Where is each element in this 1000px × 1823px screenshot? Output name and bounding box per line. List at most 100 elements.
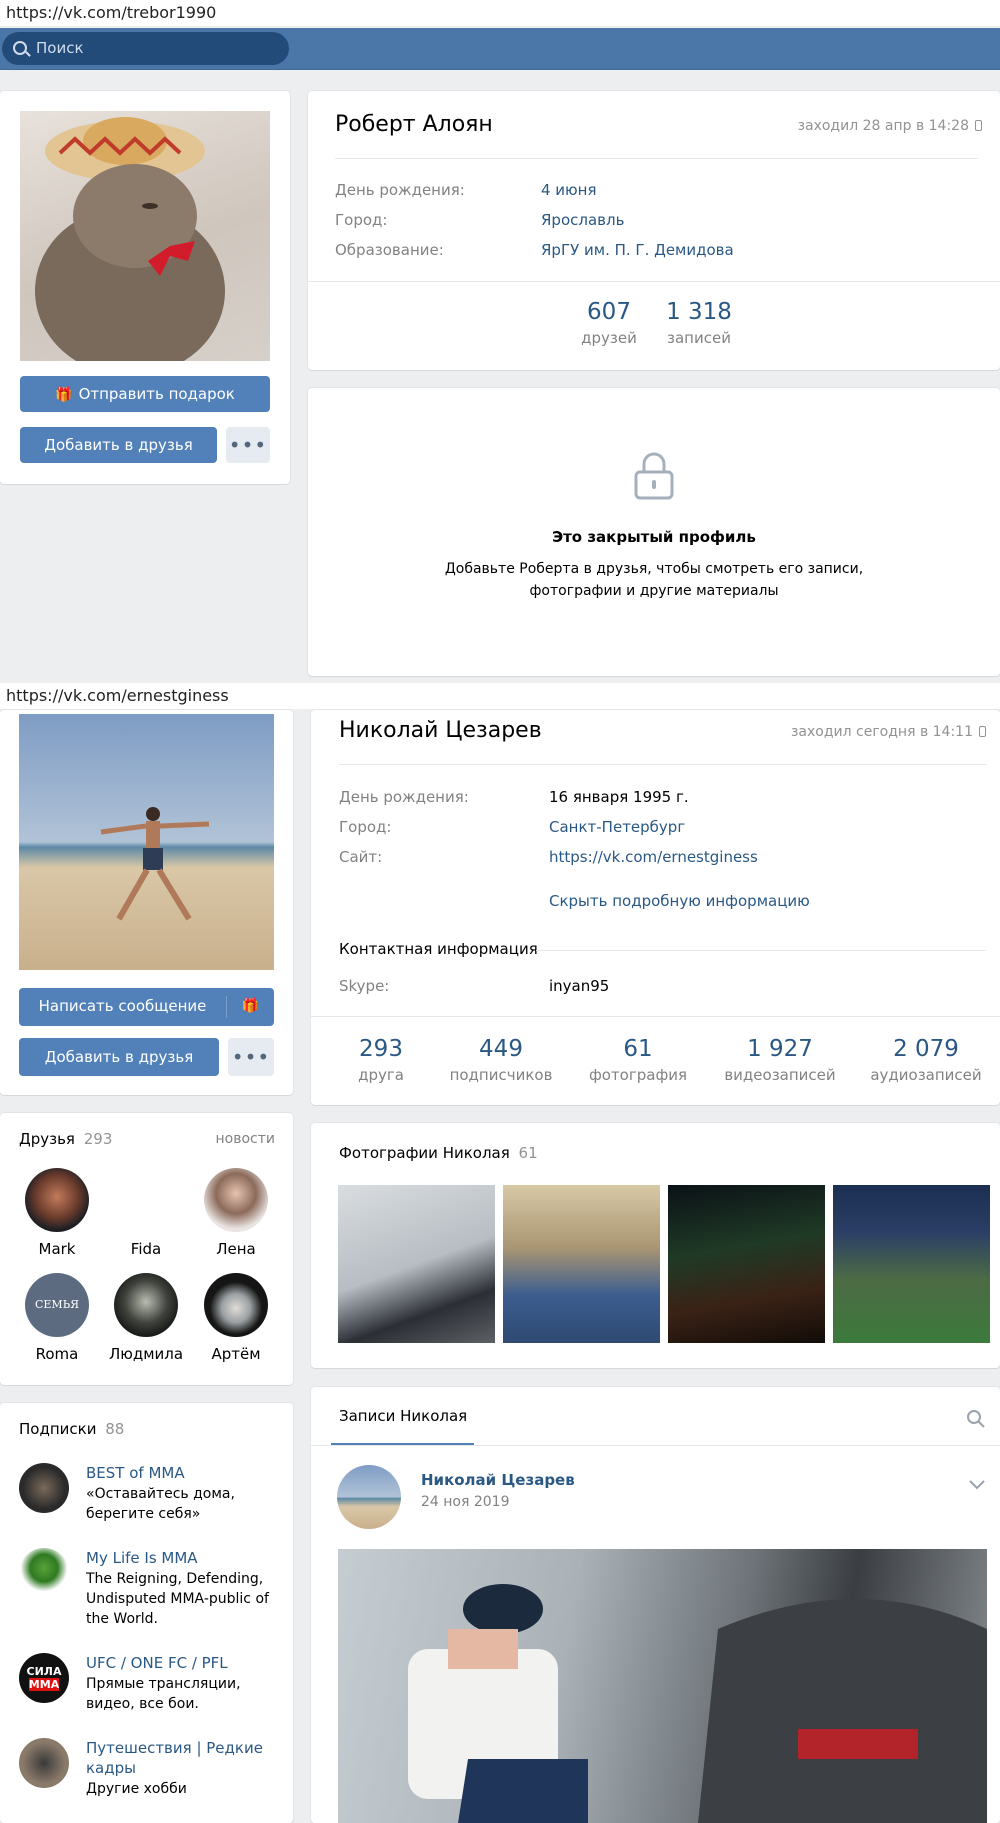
avatar: СЕМЬЯ [25,1273,89,1337]
counter-number: 2 079 [893,1036,959,1062]
search-icon[interactable] [966,1409,986,1429]
tab-wall[interactable]: Записи Николая [339,1407,467,1425]
avatar [19,1738,69,1788]
post-photo[interactable] [338,1549,987,1823]
chevron-down-icon[interactable] [968,1479,986,1491]
sub-title[interactable]: Путешествия | Редкие кадры [86,1738,271,1778]
friends-card: Друзья 293 новости Mark Fida Лена СЕМЬЯ R… [0,1113,293,1385]
hide-info-link[interactable]: Скрыть подробную информацию [549,892,810,910]
counter-number: 449 [479,1036,523,1062]
counter-friends[interactable]: 293 друга [326,1036,436,1084]
divider [311,1445,1000,1446]
counter-number: 1 927 [747,1036,813,1062]
counter-label: друга [358,1066,404,1084]
closed-profile-text: Добавьте Роберта в друзья, чтобы смотрет… [444,561,864,577]
counter-followers[interactable]: 449 подписчиков [431,1036,571,1084]
friend-item[interactable]: Людмила [101,1273,191,1363]
contacts-title: Контактная информация [339,940,538,958]
photo-thumb[interactable] [503,1185,660,1343]
sub-title[interactable]: My Life Is MMA [86,1548,271,1568]
closed-profile-title: Это закрытый профиль [552,528,756,546]
friend-name: Roma [35,1345,79,1363]
sub-title[interactable]: BEST of MMA [86,1463,271,1483]
gift-icon[interactable]: 🎁 [227,988,274,1024]
photo-thumb[interactable] [668,1185,825,1343]
education-label: Образование: [335,241,444,259]
avatar [204,1273,268,1337]
counter-number: 293 [359,1036,403,1062]
avatar-card-2: Написать сообщение 🎁 Добавить в друзья •… [0,710,293,1095]
birthday-label: День рождения: [335,181,465,199]
subscription-item[interactable]: Путешествия | Редкие кадры Другие хобби [19,1738,279,1818]
avatar-card: 🎁 Отправить подарок Добавить в друзья ••• [0,91,290,484]
counter-friends[interactable]: 607 друзей [564,299,654,347]
counter-videos[interactable]: 1 927 видеозаписей [705,1036,855,1084]
friends-header[interactable]: Друзья 293 [19,1130,112,1148]
page-title-2: Николай Цезарев [339,718,542,743]
online-status-text: заходил сегодня в 14:11 [790,724,973,740]
counter-photos[interactable]: 61 фотография [568,1036,708,1084]
skype-label: Skype: [339,977,390,995]
send-gift-label: Отправить подарок [78,385,235,403]
birthday-value: 16 января 1995 г. [549,788,689,806]
subs-header[interactable]: Подписки 88 [19,1420,124,1438]
education-value[interactable]: ЯрГУ им. П. Г. Демидова [541,241,734,259]
friends-count: 293 [83,1130,113,1148]
avatar[interactable] [20,111,270,361]
page-title: Роберт Алоян [335,112,493,137]
city-value[interactable]: Санкт-Петербург [549,818,685,836]
friend-item[interactable]: Mark [12,1168,102,1258]
sub-desc: «Оставайтесь дома, берегите себя» [86,1486,235,1522]
subscription-item[interactable]: BEST of MMA «Оставайтесь дома, берегите … [19,1463,279,1533]
city-value[interactable]: Ярославль [541,211,624,229]
add-friend-button[interactable]: Добавить в друзья [20,427,217,463]
more-button[interactable]: ••• [226,427,270,463]
friends-news-link[interactable]: новости [216,1131,276,1147]
wall-card: Записи Николая Николай Цезарев 24 ноя 20… [311,1387,1000,1823]
photos-count: 61 [518,1144,538,1162]
post-author-avatar[interactable] [337,1465,401,1529]
birthday-value[interactable]: 4 июня [541,181,597,199]
site-link[interactable]: https://vk.com/ernestginess [549,848,758,866]
subs-title: Подписки [19,1420,97,1438]
send-gift-button[interactable]: 🎁 Отправить подарок [20,376,270,412]
sub-desc: The Reigning, Defending, Undisputed MMA-… [86,1571,269,1627]
friend-name: Людмила [108,1345,184,1363]
more-button-2[interactable]: ••• [228,1038,274,1076]
logo-text: СЕМЬЯ [34,1298,79,1311]
subscription-item[interactable]: СИЛА ММА UFC / ONE FC / PFL Прямые трансл… [19,1653,279,1723]
counter-audio[interactable]: 2 079 аудиозаписей [851,1036,1000,1084]
add-friend-button-2[interactable]: Добавить в друзья [19,1038,219,1076]
city-label: Город: [335,211,388,229]
photo-thumb[interactable] [833,1185,990,1343]
counter-posts[interactable]: 1 318 записей [654,299,744,347]
divider [339,764,986,765]
avatar-2[interactable] [19,714,274,970]
divider [308,281,1000,282]
search-icon [13,41,27,55]
subscriptions-card: Подписки 88 BEST of MMA «Оставайтесь дом… [0,1403,293,1823]
search-input[interactable]: Поиск [2,32,289,65]
post-photo-content [408,1584,987,1823]
address-bar[interactable]: https://vk.com/trebor1990 [0,0,1000,26]
post-date[interactable]: 24 ноя 2019 [421,1494,509,1510]
search-placeholder: Поиск [36,39,84,57]
divider [311,1016,1000,1017]
sub-desc: Другие хобби [86,1781,187,1797]
counter-label: фотография [588,1066,688,1084]
subscription-item[interactable]: My Life Is MMA The Reigning, Defending, … [19,1548,279,1638]
lock-icon [634,452,674,500]
city-label: Город: [339,818,392,836]
friend-item[interactable]: Артём [191,1273,281,1363]
photo-thumb[interactable] [338,1185,495,1343]
friend-item[interactable]: Fida [101,1168,191,1258]
friend-item[interactable]: Лена [191,1168,281,1258]
profile-info-card: Роберт Алоян заходил 28 апр в 14:28 День… [308,91,1000,370]
friend-item[interactable]: СЕМЬЯ Roma [12,1273,102,1363]
send-message-button[interactable]: Написать сообщение 🎁 [19,988,274,1026]
photos-header[interactable]: Фотографии Николая 61 [339,1144,538,1162]
post-author-name[interactable]: Николай Цезарев [421,1471,575,1489]
sub-title[interactable]: UFC / ONE FC / PFL [86,1653,271,1673]
address-bar-2[interactable]: https://vk.com/ernestginess [0,683,1000,709]
mobile-icon [975,120,982,131]
